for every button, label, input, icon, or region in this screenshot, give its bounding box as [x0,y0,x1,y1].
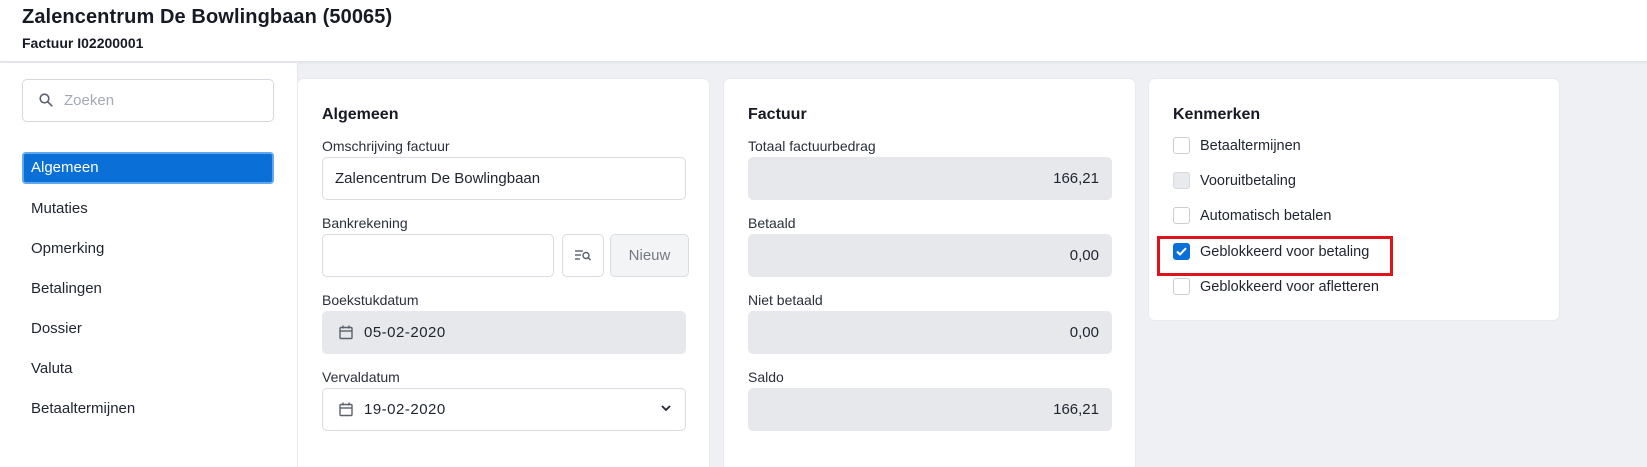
boekstukdatum-field[interactable]: 05-02-2020 [322,311,686,354]
search-box[interactable] [22,79,274,122]
kenmerken-card: Kenmerken Betaaltermijnen Vooruitbetalin… [1149,79,1559,320]
page-header: Zalencentrum De Bowlingbaan (50065) Fact… [0,0,1647,62]
page-subtitle: Factuur I02200001 [22,35,144,51]
sidebar: Algemeen Mutaties Opmerking Betalingen D… [0,63,298,467]
betaald-field: 0,00 [748,234,1112,277]
boekstukdatum-label: Boekstukdatum [322,292,419,308]
omschrijving-field[interactable]: Zalencentrum De Bowlingbaan [322,157,686,200]
checkbox-disabled [1173,172,1190,189]
search-icon [39,93,53,107]
niet-betaald-label: Niet betaald [748,292,823,308]
factuur-card-title: Factuur [748,106,807,123]
kenmerk-label: Betaaltermijnen [1200,138,1301,154]
nieuw-button[interactable]: Nieuw [610,234,689,277]
totaal-label: Totaal factuurbedrag [748,138,876,154]
sidebar-item-valuta[interactable]: Valuta [22,352,274,384]
list-search-icon [575,250,592,261]
vervaldatum-field[interactable]: 19-02-2020 [322,388,686,431]
betaald-label: Betaald [748,215,796,231]
betaald-value: 0,00 [1069,247,1099,264]
vervaldatum-value: 19-02-2020 [364,401,446,418]
niet-betaald-value: 0,00 [1069,324,1099,341]
vervaldatum-label: Vervaldatum [322,369,400,385]
page-title: Zalencentrum De Bowlingbaan (50065) [22,6,393,28]
saldo-value: 166,21 [1053,401,1099,418]
kenmerk-label: Vooruitbetaling [1200,173,1296,189]
kenmerk-label: Automatisch betalen [1200,208,1332,224]
checkbox[interactable] [1173,207,1190,224]
sidebar-item-mutaties[interactable]: Mutaties [22,192,274,224]
saldo-label: Saldo [748,369,784,385]
sidebar-nav: Algemeen Mutaties Opmerking Betalingen D… [22,152,274,432]
niet-betaald-field: 0,00 [748,311,1112,354]
boekstukdatum-value: 05-02-2020 [364,324,446,341]
checkbox-checked[interactable] [1173,243,1190,260]
kenmerk-label: Geblokkeerd voor afletteren [1200,279,1379,295]
algemeen-card: Algemeen Omschrijving factuur Zalencentr… [298,79,709,467]
omschrijving-label: Omschrijving factuur [322,138,450,154]
kenmerken-card-title: Kenmerken [1173,106,1261,123]
bankrekening-lookup-button[interactable] [562,234,604,277]
bankrekening-field[interactable] [322,234,554,277]
checkmark-icon [1176,247,1187,256]
search-input[interactable] [64,80,264,121]
omschrijving-value: Zalencentrum De Bowlingbaan [335,170,541,187]
totaal-field: 166,21 [748,157,1112,200]
totaal-value: 166,21 [1053,170,1099,187]
saldo-field: 166,21 [748,388,1112,431]
bankrekening-label: Bankrekening [322,215,408,231]
sidebar-item-betalingen[interactable]: Betalingen [22,272,274,304]
checkbox[interactable] [1173,137,1190,154]
chevron-down-icon[interactable] [661,404,671,412]
sidebar-item-algemeen[interactable]: Algemeen [22,152,274,184]
factuur-card: Factuur Totaal factuurbedrag 166,21 Beta… [724,79,1135,467]
sidebar-item-dossier[interactable]: Dossier [22,312,274,344]
checkbox[interactable] [1173,278,1190,295]
algemeen-card-title: Algemeen [322,106,399,123]
calendar-icon [339,402,353,417]
kenmerk-label: Geblokkeerd voor betaling [1200,244,1370,260]
calendar-icon [339,325,353,340]
sidebar-item-opmerking[interactable]: Opmerking [22,232,274,264]
sidebar-item-betaaltermijnen[interactable]: Betaaltermijnen [22,392,274,424]
